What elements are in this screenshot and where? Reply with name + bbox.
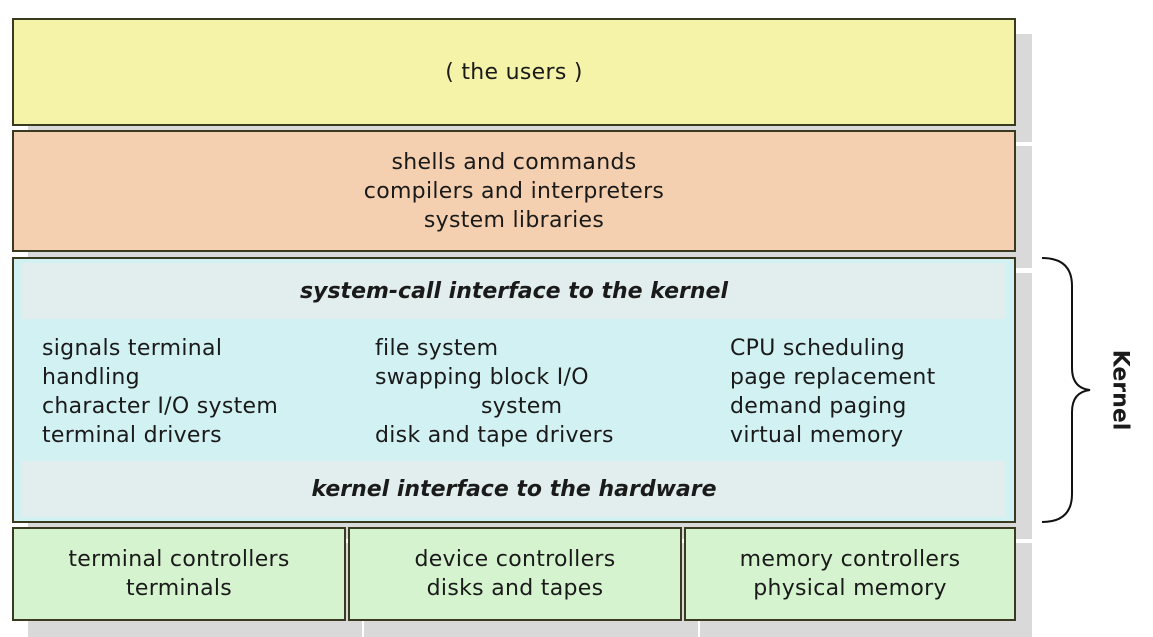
compilers-line: compilers and interpreters <box>363 178 665 204</box>
system-call-interface-label: system-call interface to the kernel <box>300 278 728 304</box>
kernel-item: signals terminal <box>42 336 223 361</box>
kernel-column-memory: CPU scheduling page replacement demand p… <box>730 334 1010 450</box>
hardware-line: terminal controllers <box>68 547 290 572</box>
shells-line: shells and commands <box>391 149 637 175</box>
hardware-interface: kernel interface to the hardware <box>22 461 1006 517</box>
kernel-column-terminal: signals terminal handling character I/O … <box>42 334 362 450</box>
hardware-line: terminals <box>125 576 233 601</box>
kernel-item: disk and tape drivers <box>375 423 614 448</box>
kernel-item: handling <box>42 365 140 390</box>
kernel-item: terminal drivers <box>42 423 222 448</box>
terminal-controllers-box: terminal controllers terminals <box>12 527 346 621</box>
kernel-item: character I/O system <box>42 394 279 419</box>
users-layer: ( the users ) <box>12 18 1016 126</box>
kernel-item: demand paging <box>730 394 907 419</box>
hardware-line: physical memory <box>753 576 947 601</box>
kernel-item: page replacement <box>730 365 936 390</box>
system-call-interface: system-call interface to the kernel <box>22 263 1006 319</box>
kernel-item: swapping block I/O <box>375 365 589 390</box>
device-controllers-box: device controllers disks and tapes <box>348 527 682 621</box>
users-label: ( the users ) <box>445 59 583 85</box>
kernel-label: Kernel <box>1107 349 1133 431</box>
hardware-line: disks and tapes <box>426 576 604 601</box>
kernel-item: system <box>481 394 563 419</box>
memory-controllers-box: memory controllers physical memory <box>684 527 1016 621</box>
shells-layer: shells and commands compilers and interp… <box>12 130 1016 252</box>
hardware-interface-label: kernel interface to the hardware <box>311 476 717 502</box>
hardware-line: memory controllers <box>739 547 961 572</box>
kernel-brace <box>1041 257 1091 523</box>
kernel-item: CPU scheduling <box>730 336 906 361</box>
kernel-layer: system-call interface to the kernel sign… <box>12 257 1016 523</box>
libraries-line: system libraries <box>423 207 605 233</box>
hardware-line: device controllers <box>414 547 616 572</box>
kernel-item: file system <box>375 336 499 361</box>
kernel-item: virtual memory <box>730 423 904 448</box>
kernel-column-filesystem: file system swapping block I/O system di… <box>375 334 695 450</box>
